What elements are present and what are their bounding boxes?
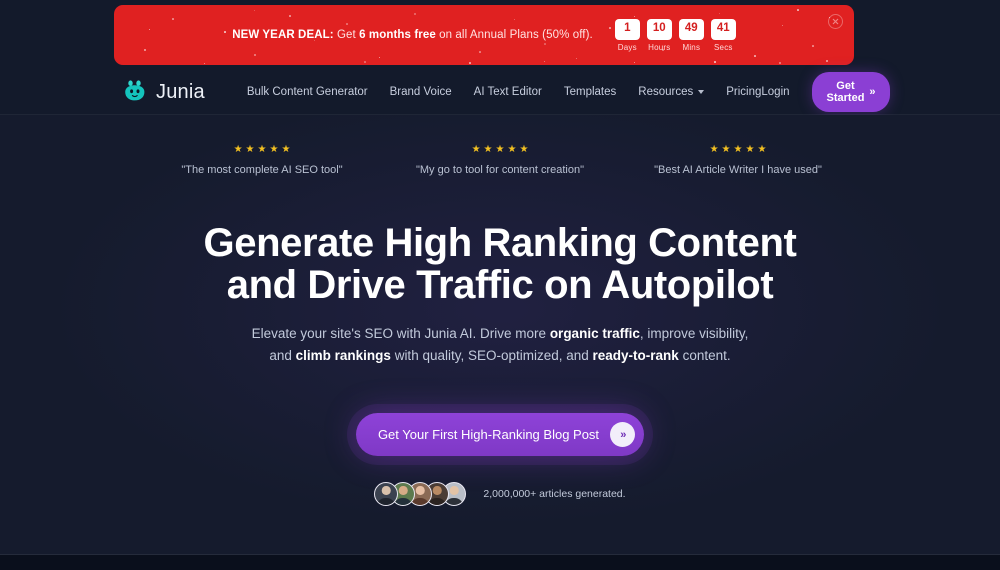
star-icon: ★ [519, 145, 528, 155]
subtitle-text-3: with quality, SEO-optimized, and [391, 348, 593, 363]
testimonials-row: ★ ★ ★ ★ ★ "The most complete AI SEO tool" ★ ★ ★ ★… [0, 145, 1000, 176]
chevron-down-icon [698, 90, 704, 94]
countdown-unit: 41 Secs [711, 19, 736, 52]
countdown-value: 41 [711, 19, 736, 40]
nav-item-brand-voice[interactable]: Brand Voice [390, 86, 452, 98]
promo-banner: NEW YEAR DEAL: Get 6 months free on all … [114, 5, 854, 65]
nav-item-bulk-content-generator[interactable]: Bulk Content Generator [247, 86, 368, 98]
subtitle-bold-2: climb rankings [296, 348, 391, 363]
star-icon: ★ [472, 145, 481, 155]
testimonial: ★ ★ ★ ★ ★ "My go to tool for content creation… [381, 145, 619, 176]
avatar-head [416, 486, 425, 495]
nav-item-label: AI Text Editor [474, 86, 542, 98]
double-chevron-right-icon: » [610, 422, 635, 447]
nav-item-ai-text-editor[interactable]: AI Text Editor [474, 86, 542, 98]
countdown-value: 49 [679, 19, 704, 40]
testimonial-quote: "Best AI Article Writer I have used" [654, 164, 822, 176]
testimonial-quote: "The most complete AI SEO tool" [181, 164, 342, 176]
countdown-label: Hours [648, 43, 670, 52]
star-icon: ★ [722, 145, 731, 155]
star-icon: ★ [234, 145, 243, 155]
star-icon: ★ [484, 145, 493, 155]
landing-page: NEW YEAR DEAL: Get 6 months free on all … [0, 0, 1000, 570]
nav-item-label: Brand Voice [390, 86, 452, 98]
next-section-peek [0, 555, 1000, 570]
articles-generated-count: 2,000,000+ articles generated. [483, 488, 625, 500]
subtitle-text-4: content. [679, 348, 731, 363]
avatar-head [382, 486, 391, 495]
countdown-timer: 1 Days 10 Hours 49 Mins 41 Secs [615, 19, 736, 52]
get-started-button[interactable]: Get Started » [812, 72, 890, 112]
nav-links: Bulk Content Generator Brand Voice AI Text… [247, 86, 762, 98]
star-rating: ★ ★ ★ ★ ★ [710, 145, 767, 155]
star-rating: ★ ★ ★ ★ ★ [472, 145, 529, 155]
social-proof: 2,000,000+ articles generated. [0, 482, 1000, 506]
star-icon: ★ [507, 145, 516, 155]
avatar-body [377, 498, 396, 506]
promo-highlight: 6 months free [359, 29, 436, 41]
countdown-unit: 10 Hours [647, 19, 672, 52]
promo-text-1: Get [334, 29, 359, 41]
countdown-value: 10 [647, 19, 672, 40]
nav-item-label: Templates [564, 86, 616, 98]
promo-banner-text: NEW YEAR DEAL: Get 6 months free on all … [232, 29, 593, 41]
login-link[interactable]: Login [761, 86, 789, 98]
subtitle-bold-1: organic traffic [550, 326, 640, 341]
countdown-label: Secs [714, 43, 733, 52]
nav-item-label: Pricing [726, 86, 761, 98]
testimonial: ★ ★ ★ ★ ★ "Best AI Article Writer I have used… [619, 145, 857, 176]
star-icon: ★ [710, 145, 719, 155]
countdown-label: Days [618, 43, 637, 52]
nav-item-resources[interactable]: Resources [638, 86, 704, 98]
logo-wordmark: Junia [156, 81, 205, 104]
subtitle-text-1: Elevate your site's SEO with Junia AI. D… [252, 326, 550, 341]
headline-line-2: and Drive Traffic on Autopilot [0, 265, 1000, 307]
star-icon: ★ [246, 145, 255, 155]
promo-prefix: NEW YEAR DEAL: [232, 29, 334, 41]
hero-section: ★ ★ ★ ★ ★ "The most complete AI SEO tool" ★ ★ ★ ★… [0, 115, 1000, 556]
countdown-unit: 1 Days [615, 19, 640, 52]
hero-cta-label: Get Your First High-Ranking Blog Post [378, 427, 599, 442]
main-navbar: Junia Bulk Content Generator Brand Voice A… [0, 70, 1000, 115]
avatar [374, 482, 398, 506]
star-icon: ★ [258, 145, 267, 155]
countdown-label: Mins [682, 43, 700, 52]
star-icon: ★ [496, 145, 505, 155]
star-icon: ★ [281, 145, 290, 155]
subtitle-bold-3: ready-to-rank [593, 348, 679, 363]
nav-item-label: Bulk Content Generator [247, 86, 368, 98]
testimonial-quote: "My go to tool for content creation" [416, 164, 584, 176]
hero-cta-zone: Get Your First High-Ranking Blog Post » [0, 413, 1000, 456]
star-icon: ★ [745, 145, 754, 155]
star-icon: ★ [269, 145, 278, 155]
avatar-head [399, 486, 408, 495]
avatar-group [374, 482, 466, 506]
nav-item-templates[interactable]: Templates [564, 86, 616, 98]
countdown-value: 1 [615, 19, 640, 40]
star-icon: ★ [734, 145, 743, 155]
double-chevron-right-icon: » [869, 87, 874, 98]
star-icon: ★ [757, 145, 766, 155]
close-icon[interactable] [828, 14, 843, 29]
junia-mascot-icon [122, 80, 148, 104]
countdown-unit: 49 Mins [679, 19, 704, 52]
promo-text-2: on all Annual Plans (50% off). [436, 29, 593, 41]
get-started-label: Get Started [827, 80, 865, 104]
page-title: Generate High Ranking Content and Drive … [0, 223, 1000, 306]
avatar-head [450, 486, 459, 495]
nav-item-pricing[interactable]: Pricing [726, 86, 761, 98]
avatar-head [433, 486, 442, 495]
headline-line-1: Generate High Ranking Content [204, 221, 797, 265]
hero-cta-button[interactable]: Get Your First High-Ranking Blog Post » [356, 413, 644, 456]
star-rating: ★ ★ ★ ★ ★ [234, 145, 291, 155]
logo-home-link[interactable]: Junia [122, 80, 205, 104]
testimonial: ★ ★ ★ ★ ★ "The most complete AI SEO tool" [143, 145, 381, 176]
hero-subtitle: Elevate your site's SEO with Junia AI. D… [250, 323, 750, 367]
nav-item-label: Resources [638, 86, 693, 98]
